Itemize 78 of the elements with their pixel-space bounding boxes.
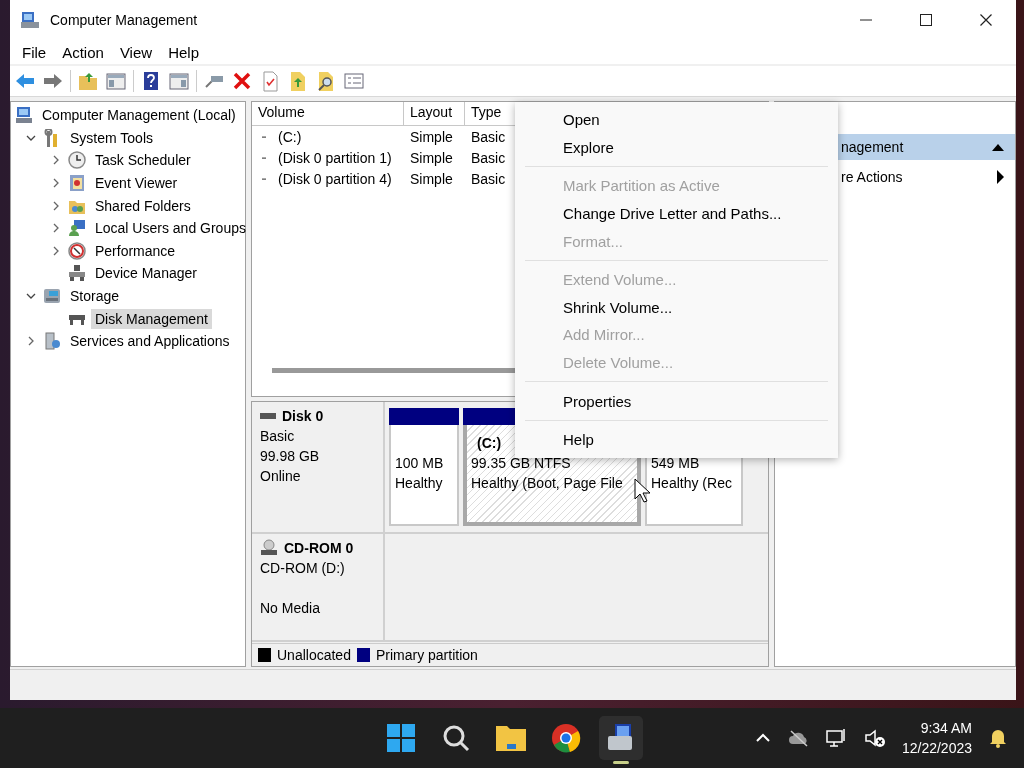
disk-info: CD-ROM (D:) [260, 559, 346, 578]
disk-name: Disk 0 [282, 407, 324, 426]
tree-item[interactable]: Local Users and Groups [91, 218, 250, 239]
storage-icon [43, 287, 61, 306]
network-icon[interactable] [825, 727, 848, 749]
bell-icon[interactable] [988, 727, 1008, 749]
console-tree-icon[interactable] [105, 70, 127, 92]
cd-drive-icon [260, 539, 278, 557]
partition-size: 100 MB [395, 454, 444, 473]
window-title: Computer Management [50, 12, 199, 28]
table-cell-text: Basic [470, 149, 507, 166]
legend-label: Unallocated [277, 647, 351, 663]
disk-drive-icon [260, 413, 276, 419]
table-cell-text: Basic [470, 128, 507, 145]
table-cell: (C:) [278, 128, 302, 145]
services-icon [43, 332, 61, 351]
app-icon [20, 10, 40, 30]
partition-size: 99.35 GB NTFS [471, 454, 571, 473]
mouse-pointer-icon [634, 478, 652, 504]
delete-icon[interactable] [231, 70, 253, 92]
menu-item[interactable]: Action [54, 41, 112, 63]
menu-item[interactable]: Explore [515, 133, 838, 162]
tree-item[interactable]: Shared Folders [91, 195, 195, 216]
partition-bar [389, 408, 459, 425]
partition-status: Healthy (Boot, Page File [471, 474, 623, 493]
table-cell: (Disk 0 partition 4) [278, 170, 392, 187]
tree-item[interactable]: Computer Management (Local) [38, 105, 240, 126]
folder-up-icon[interactable] [77, 70, 99, 92]
table-cell-text: Basic [470, 170, 507, 187]
legend-label: Primary partition [375, 647, 478, 663]
column-header[interactable]: Volume [252, 102, 404, 125]
partition-block[interactable]: 100 MB Healthy [389, 425, 459, 526]
more-actions-link[interactable]: re Actions [841, 169, 903, 185]
table-cell-text: Simple [409, 128, 454, 145]
menu-item[interactable]: Properties [515, 387, 838, 415]
tree-item[interactable]: System Tools [66, 127, 157, 148]
users-icon [68, 219, 86, 238]
actions-group-header[interactable]: nagement [841, 139, 904, 155]
minimize-icon [860, 19, 872, 21]
disk-info: Online [260, 467, 302, 486]
clock-date[interactable]: 12/22/2023 [901, 738, 972, 758]
partition-status: Healthy (Rec [651, 474, 732, 493]
device-icon [68, 264, 86, 283]
speaker-muted-icon[interactable] [863, 727, 886, 749]
submenu-arrow-icon[interactable] [996, 169, 1005, 185]
clock-time[interactable]: 9:34 AM [920, 718, 972, 738]
computer-icon [15, 106, 33, 125]
tree-item[interactable]: Disk Management [91, 308, 212, 329]
disk-info: Basic [260, 427, 296, 446]
menu-item[interactable]: View [111, 41, 161, 63]
maximize-icon [920, 14, 932, 26]
partition-label: (C:) [476, 434, 502, 453]
disk-info: 99.98 GB [260, 447, 321, 466]
disk-name: CD-ROM 0 [284, 539, 354, 558]
close-icon [980, 14, 992, 26]
tree-item[interactable]: Storage [66, 286, 124, 307]
event-log-icon [68, 174, 86, 193]
table-cell: (Disk 0 partition 1) [278, 149, 392, 166]
tree-item[interactable]: Services and Applications [66, 331, 234, 352]
tree-item[interactable]: Device Manager [91, 263, 201, 284]
partition-status: Healthy [395, 474, 443, 493]
tree-item[interactable]: Task Scheduler [91, 150, 195, 171]
column-header[interactable]: Layout [404, 102, 465, 125]
tree-item[interactable]: Event Viewer [91, 173, 182, 194]
table-cell-text: Simple [409, 170, 454, 187]
menu-item[interactable]: Help [160, 41, 207, 63]
menu-item[interactable]: Shrink Volume... [515, 293, 838, 322]
clock-icon [68, 151, 86, 170]
tree-item[interactable]: Performance [91, 240, 180, 261]
table-cell-text: Simple [409, 149, 454, 166]
gauge-icon [68, 241, 86, 260]
action-pane-icon[interactable] [168, 70, 190, 92]
partition-size: 549 MB [651, 454, 700, 473]
menu-item[interactable]: Change Drive Letter and Paths... [515, 199, 838, 228]
disk-info: No Media [260, 599, 321, 618]
cloud-icon[interactable] [787, 728, 810, 748]
collapse-arrow-icon[interactable] [991, 142, 1005, 152]
menu-item[interactable]: File [14, 41, 55, 63]
